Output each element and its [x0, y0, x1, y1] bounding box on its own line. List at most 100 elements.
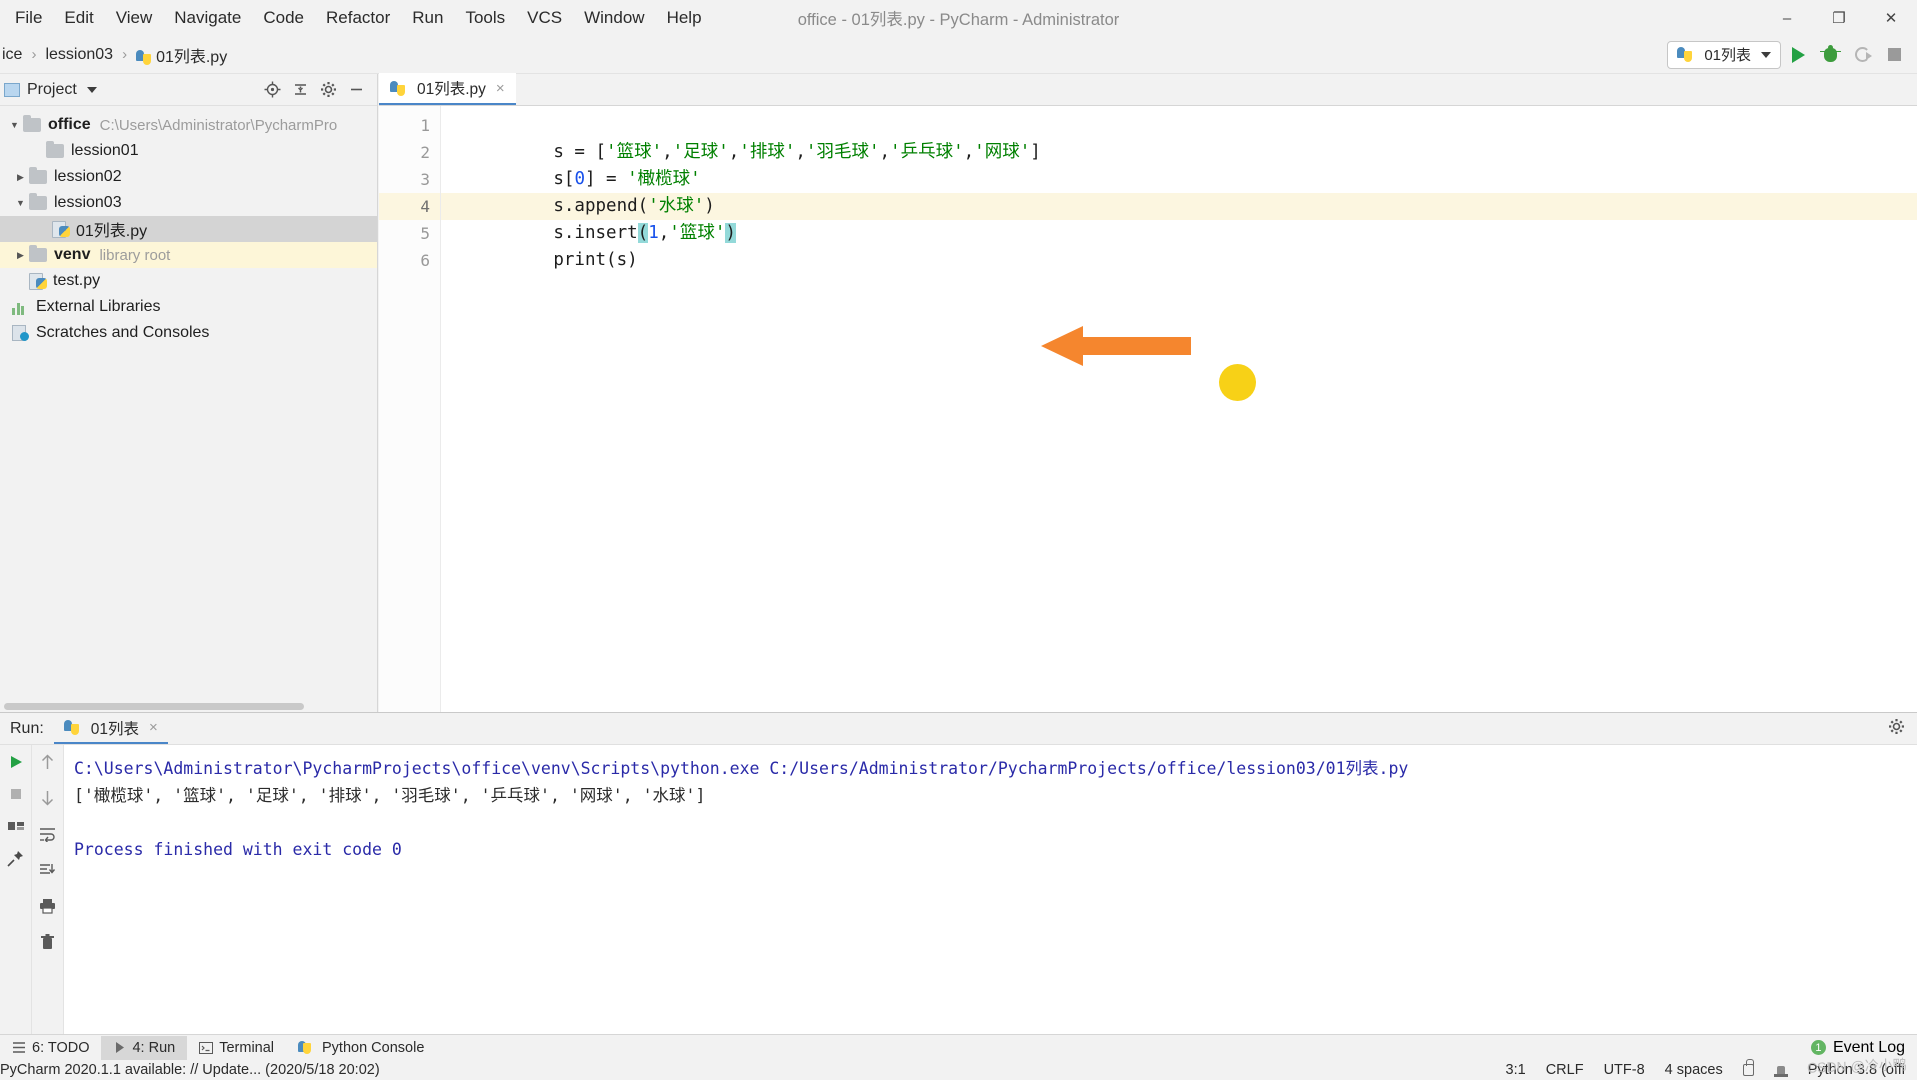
tree-node-external-libraries[interactable]: External Libraries	[0, 294, 377, 320]
project-tree: ▼ office C:\Users\Administrator\PycharmP…	[0, 106, 377, 346]
scroll-to-end-icon[interactable]	[37, 859, 59, 881]
menu-view[interactable]: View	[105, 5, 164, 31]
coverage-button[interactable]	[1847, 41, 1877, 69]
tree-node-test-py[interactable]: test.py	[0, 268, 377, 294]
event-log-button[interactable]: 1 Event Log	[1810, 1039, 1917, 1057]
menu-file[interactable]: File	[4, 5, 53, 31]
tool-window-todo[interactable]: 6: TODO	[0, 1036, 101, 1060]
editor-area: 01列表.py × 1 2 3 4 5 6 s = ['篮球','足球','排球…	[379, 73, 1917, 712]
down-icon[interactable]	[37, 787, 59, 809]
breadcrumb-item-folder[interactable]: lession03	[43, 44, 115, 66]
run-icon	[116, 1042, 125, 1053]
breadcrumb-item-project[interactable]: ice	[0, 44, 24, 66]
tool-window-python-console[interactable]: Python Console	[286, 1036, 436, 1060]
chevron-down-icon[interactable]: ▼	[6, 120, 23, 130]
console-line-output: ['橄榄球', '篮球', '足球', '排球', '羽毛球', '乒乓球', …	[74, 786, 706, 805]
menu-code[interactable]: Code	[252, 5, 315, 31]
soft-wrap-icon[interactable]	[37, 823, 59, 845]
run-configuration-selector[interactable]: 01列表	[1667, 40, 1781, 69]
close-icon[interactable]: ×	[149, 719, 158, 736]
tree-node-lession01[interactable]: ▶ lession01	[0, 138, 377, 164]
code-token: s.insert	[553, 223, 638, 243]
code-token: ,	[728, 142, 740, 162]
project-horizontal-scrollbar[interactable]	[0, 700, 378, 712]
tree-node-venv[interactable]: ▶ venv library root	[0, 242, 377, 268]
menu-edit[interactable]: Edit	[53, 5, 104, 31]
run-tab-label: 01列表	[90, 720, 140, 738]
stop-button[interactable]	[1879, 41, 1909, 69]
menu-vcs[interactable]: VCS	[516, 5, 573, 31]
editor-tab-01列表-py[interactable]: 01列表.py ×	[379, 73, 516, 105]
caret-position[interactable]: 3:1	[1506, 1062, 1526, 1078]
collapse-all-icon[interactable]	[287, 77, 313, 103]
breadcrumb-item-file[interactable]: 01列表.py	[134, 41, 229, 69]
run-console-output[interactable]: C:\Users\Administrator\PycharmProjects\o…	[64, 745, 1917, 1034]
window-controls: – ❐ ✕	[1761, 0, 1917, 36]
indent-setting[interactable]: 4 spaces	[1665, 1062, 1723, 1078]
up-icon[interactable]	[37, 751, 59, 773]
python-icon	[63, 720, 79, 735]
chevron-right-icon[interactable]: ▶	[12, 250, 29, 261]
code-content[interactable]: s = ['篮球','足球','排球','羽毛球','乒乓球','网球'] s[…	[441, 106, 1917, 712]
lock-icon[interactable]	[1742, 1059, 1754, 1076]
line-number-gutter: 1 2 3 4 5 6	[379, 106, 441, 712]
run-left-toolbar	[0, 745, 32, 1034]
code-token: ,	[795, 142, 806, 162]
todo-icon	[13, 1042, 25, 1053]
menu-tools[interactable]: Tools	[454, 5, 516, 31]
chevron-down-icon[interactable]: ▼	[12, 198, 29, 208]
folder-icon	[46, 141, 64, 158]
menu-navigate[interactable]: Navigate	[163, 5, 252, 31]
code-token: ] =	[584, 169, 628, 189]
code-token: )	[704, 196, 715, 216]
tree-node-lession03[interactable]: ▼ lession03	[0, 190, 377, 216]
run-button[interactable]	[1783, 41, 1813, 69]
python-interpreter[interactable]: Python 3.8 (offi	[1808, 1062, 1905, 1078]
tree-node-label: Scratches and Consoles	[36, 324, 210, 341]
menu-refactor[interactable]: Refactor	[315, 5, 401, 31]
tree-node-office[interactable]: ▼ office C:\Users\Administrator\PycharmP…	[0, 112, 377, 138]
run-toolbar: 01列表	[1667, 40, 1909, 69]
debug-button[interactable]	[1815, 41, 1845, 69]
gear-icon[interactable]	[315, 77, 341, 103]
rerun-icon[interactable]	[5, 751, 27, 773]
close-icon[interactable]: ✕	[1865, 0, 1917, 36]
pin-icon[interactable]	[5, 847, 27, 869]
run-panel-header: Run: 01列表 ×	[0, 713, 1917, 745]
folder-icon	[29, 167, 47, 184]
tool-window-label: 4: Run	[132, 1039, 176, 1056]
line-separator[interactable]: CRLF	[1546, 1062, 1584, 1078]
code-token: '乒乓球'	[890, 142, 964, 162]
hide-icon[interactable]	[343, 77, 369, 103]
menu-window[interactable]: Window	[573, 5, 655, 31]
print-icon[interactable]	[37, 895, 59, 917]
code-token: s = [	[553, 142, 607, 162]
gear-icon[interactable]	[1888, 718, 1917, 740]
stop-icon[interactable]	[5, 783, 27, 805]
tree-node-scratches-and-consoles[interactable]: Scratches and Consoles	[0, 320, 377, 346]
close-icon[interactable]: ×	[496, 80, 505, 97]
tree-node-01列表-py[interactable]: 01列表.py	[0, 216, 377, 242]
chevron-right-icon[interactable]: ▶	[12, 172, 29, 183]
tree-node-lession02[interactable]: ▶ lession02	[0, 164, 377, 190]
code-token: '水球'	[648, 196, 705, 216]
code-token-bracket-highlight: (	[637, 223, 649, 243]
menu-run[interactable]: Run	[401, 5, 454, 31]
tree-node-label: lession02	[54, 168, 122, 185]
run-tab[interactable]: 01列表 ×	[53, 713, 168, 744]
locate-icon[interactable]	[259, 77, 285, 103]
run-icon	[1791, 46, 1805, 63]
run-panel-label: Run:	[10, 719, 44, 737]
code-editor[interactable]: 1 2 3 4 5 6 s = ['篮球','足球','排球','羽毛球','乒…	[379, 106, 1917, 712]
power-save-icon[interactable]	[1773, 1064, 1788, 1077]
file-encoding[interactable]: UTF-8	[1604, 1062, 1645, 1078]
minimize-icon[interactable]: –	[1761, 0, 1813, 36]
layout-icon[interactable]	[5, 815, 27, 837]
tool-window-run[interactable]: 4: Run	[101, 1035, 188, 1060]
status-message[interactable]: PyCharm 2020.1.1 available: // Update...…	[0, 1062, 380, 1078]
project-panel-title[interactable]: Project	[4, 81, 97, 99]
maximize-icon[interactable]: ❐	[1813, 0, 1865, 36]
trash-icon[interactable]	[37, 931, 59, 953]
tool-window-terminal[interactable]: Terminal	[187, 1036, 286, 1060]
menu-help[interactable]: Help	[656, 5, 713, 31]
